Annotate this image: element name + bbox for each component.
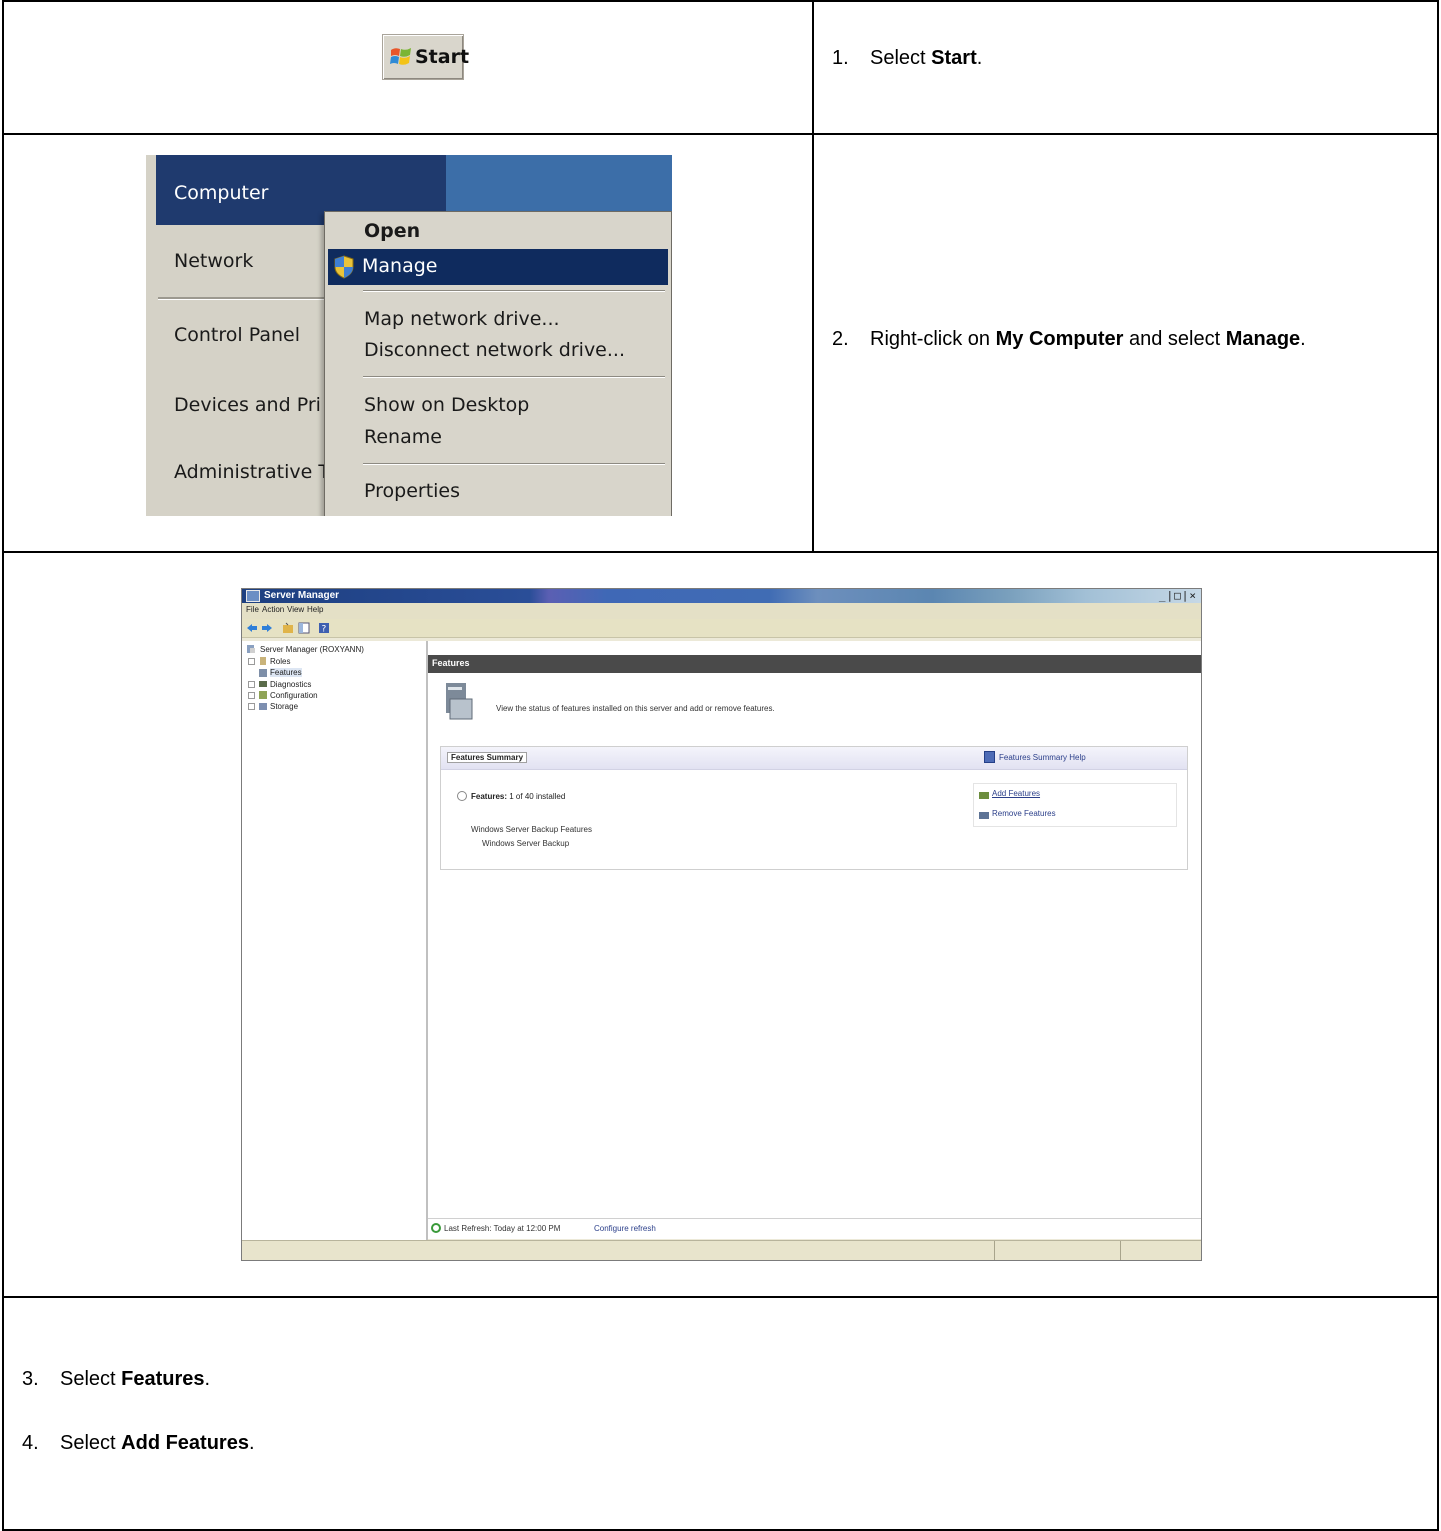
tree-features[interactable]: Features: [270, 668, 302, 677]
forward-arrow-icon[interactable]: [261, 622, 273, 634]
server-manager-icon: [246, 590, 260, 602]
features-summary-panel: Features Summary Features Summary Help F…: [440, 746, 1188, 870]
refresh-bar: Last Refresh: Today at 12:00 PM Configur…: [428, 1218, 1201, 1239]
context-menu-map-drive[interactable]: Map network drive...: [364, 308, 560, 330]
start-button-label: Start: [415, 46, 470, 68]
table-border-left: [2, 0, 4, 1531]
table-border-right: [1437, 0, 1439, 1531]
context-menu-properties[interactable]: Properties: [364, 480, 460, 502]
features-summary-title[interactable]: Features Summary: [447, 752, 528, 763]
row-divider-2: [2, 551, 1439, 553]
start-menu-separator: [158, 297, 338, 300]
installed-feature: Windows Server Backup Features: [471, 825, 592, 834]
up-folder-icon[interactable]: [282, 622, 294, 634]
start-menu-item-devices[interactable]: Devices and Pri: [174, 394, 321, 416]
features-summary-help-link[interactable]: Features Summary Help: [999, 753, 1086, 762]
row-divider-3: [2, 1296, 1439, 1298]
svg-text:?: ?: [322, 625, 327, 635]
step-1: 1. Select Start.: [832, 47, 983, 69]
context-menu-separator: [363, 376, 665, 378]
add-features-icon: [979, 792, 989, 799]
features-large-icon: [446, 683, 473, 720]
tree-expand-diagnostics[interactable]: [248, 681, 255, 688]
menu-action[interactable]: Action: [262, 605, 284, 614]
context-menu-disconnect-drive[interactable]: Disconnect network drive...: [364, 339, 625, 361]
context-menu-rename[interactable]: Rename: [364, 426, 442, 448]
context-menu-separator: [363, 290, 665, 292]
status-bar: [242, 1240, 1201, 1260]
show-hide-tree-icon[interactable]: [298, 622, 310, 634]
context-menu-manage[interactable]: Manage: [328, 249, 668, 285]
features-count: Features: 1 of 40 installed: [471, 792, 566, 801]
configure-refresh-link[interactable]: Configure refresh: [594, 1224, 656, 1233]
context-menu-separator: [363, 463, 665, 465]
features-pane: Features View the status of features ins…: [428, 641, 1201, 1238]
remove-features-icon: [979, 812, 989, 819]
start-menu-item-admin-tools[interactable]: Administrative T: [174, 461, 330, 483]
toolbar: ?: [242, 619, 1201, 638]
features-description: View the status of features installed on…: [496, 704, 775, 713]
storage-icon: [259, 703, 267, 710]
menu-bar: File Action View Help: [242, 603, 1201, 619]
server-manager-window: Server Manager _|□|× File Action View He…: [241, 588, 1202, 1261]
tree-diagnostics[interactable]: Diagnostics: [270, 680, 311, 689]
tree-configuration[interactable]: Configuration: [270, 691, 318, 700]
uac-shield-icon: [334, 255, 354, 279]
configuration-icon: [259, 691, 267, 699]
server-icon: [247, 645, 255, 653]
features-summary-bar: Features Summary Features Summary Help: [441, 747, 1187, 770]
tree-storage[interactable]: Storage: [270, 702, 298, 711]
last-refresh-text: Last Refresh: Today at 12:00 PM: [444, 1224, 561, 1233]
step-4: 4. Select Add Features.: [22, 1432, 255, 1454]
column-divider: [812, 0, 814, 553]
start-menu-screenshot: Computer Network Control Panel Devices a…: [146, 155, 672, 516]
status-divider: [1120, 1241, 1121, 1260]
start-button[interactable]: Start: [382, 34, 469, 80]
status-divider: [994, 1241, 995, 1260]
title-bar: Server Manager _|□|×: [242, 589, 1201, 603]
menu-file[interactable]: File: [246, 605, 259, 614]
roles-icon: [260, 657, 266, 665]
menu-help[interactable]: Help: [307, 605, 323, 614]
collapse-features-icon[interactable]: [457, 791, 467, 801]
table-border-top: [2, 0, 1439, 2]
context-menu-show-desktop[interactable]: Show on Desktop: [364, 394, 529, 416]
tree-server-manager-root[interactable]: Server Manager (ROXYANN): [260, 645, 364, 654]
diagnostics-icon: [259, 681, 267, 687]
remove-features-link[interactable]: Remove Features: [992, 809, 1056, 818]
context-menu: Open Manage Map network drive... Disconn…: [324, 211, 672, 516]
installed-subfeature: Windows Server Backup: [482, 839, 570, 848]
refresh-icon[interactable]: [431, 1223, 441, 1233]
back-arrow-icon[interactable]: [246, 622, 258, 634]
help-icon[interactable]: ?: [318, 622, 330, 634]
tree-expand-storage[interactable]: [248, 703, 255, 710]
features-icon: [259, 669, 267, 677]
window-controls[interactable]: _|□|×: [1159, 589, 1197, 603]
start-menu-item-control-panel[interactable]: Control Panel: [174, 324, 300, 346]
tree-expand-configuration[interactable]: [248, 692, 255, 699]
start-menu-item-network[interactable]: Network: [174, 250, 253, 272]
context-menu-open[interactable]: Open: [364, 220, 420, 242]
summary-help-icon[interactable]: [984, 751, 995, 763]
add-features-link[interactable]: Add Features: [992, 789, 1040, 798]
features-header: Features: [428, 655, 1201, 673]
row-divider-1: [2, 133, 1439, 135]
step-2: 2. Right-click on My Computer and select …: [832, 328, 1306, 350]
menu-view[interactable]: View: [287, 605, 304, 614]
tree-expand-roles[interactable]: [248, 658, 255, 665]
step-3: 3. Select Features.: [22, 1368, 211, 1390]
window-title: Server Manager: [264, 590, 340, 601]
windows-logo-icon: [390, 48, 411, 65]
console-tree: Server Manager (ROXYANN) Roles Features …: [242, 641, 428, 1260]
start-menu-right-panel: [446, 155, 672, 213]
tree-roles[interactable]: Roles: [270, 657, 290, 666]
